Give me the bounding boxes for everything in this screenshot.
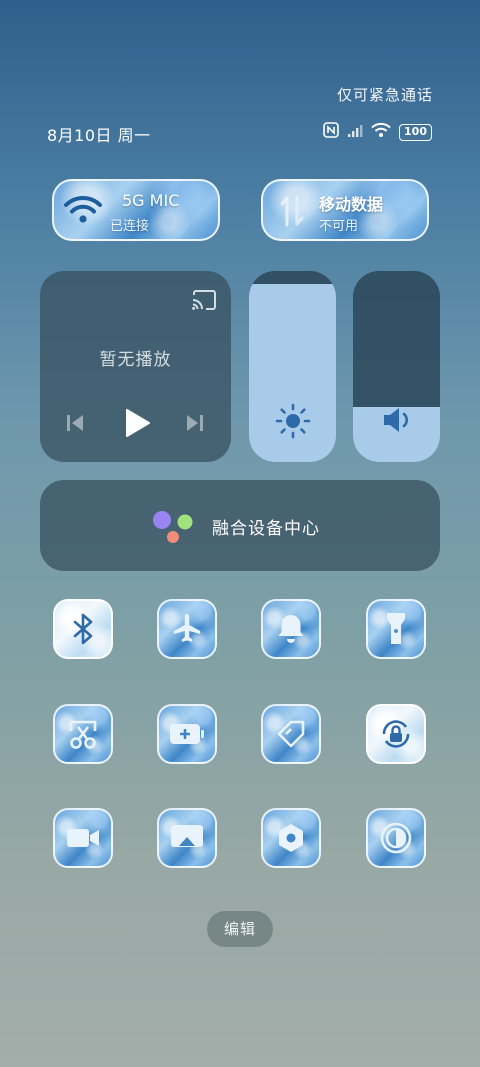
screenshot-toggle[interactable] — [53, 704, 113, 764]
emergency-call-text: 仅可紧急通话 — [336, 86, 433, 104]
settings-icon — [274, 821, 308, 855]
next-icon[interactable] — [184, 412, 206, 438]
eye-comfort-toggle[interactable] — [366, 808, 426, 868]
rotation-lock-icon — [378, 716, 414, 752]
wifi-name: 5G MIC — [122, 191, 180, 210]
wifi-tile[interactable]: 5G MIC 已连接 — [52, 179, 220, 241]
airplane-toggle[interactable] — [157, 599, 217, 659]
airplane-icon — [170, 612, 204, 646]
edit-button[interactable]: 编辑 — [207, 911, 273, 947]
device-center-icon — [152, 510, 196, 548]
rotation-lock-toggle[interactable] — [366, 704, 426, 764]
wifi-icon — [64, 195, 102, 229]
nfc-icon — [323, 122, 339, 142]
mobile-data-tile[interactable]: 移动数据 不可用 — [261, 179, 429, 241]
bluetooth-icon — [68, 612, 98, 646]
wifi-icon — [371, 122, 391, 142]
mobile-data-title: 移动数据 — [319, 195, 384, 214]
bluetooth-toggle[interactable] — [53, 599, 113, 659]
bell-icon — [275, 612, 307, 646]
volume-slider[interactable] — [353, 271, 440, 462]
media-status: 暂无播放 — [99, 350, 172, 370]
date-text: 8月10日 周一 — [47, 126, 151, 145]
device-center-label: 融合设备中心 — [212, 519, 320, 539]
signal-icon — [347, 123, 363, 142]
scissors-icon — [66, 717, 100, 751]
mobile-data-icon — [277, 193, 307, 233]
previous-icon[interactable] — [64, 412, 86, 438]
battery-indicator: 100 — [399, 123, 432, 141]
brightness-slider[interactable] — [249, 271, 336, 462]
flashlight-toggle[interactable] — [366, 599, 426, 659]
eye-comfort-icon — [379, 821, 413, 855]
location-icon — [275, 718, 307, 750]
cast-icon[interactable] — [191, 289, 217, 315]
settings-toggle[interactable] — [261, 808, 321, 868]
wifi-status: 已连接 — [110, 219, 150, 234]
location-toggle[interactable] — [261, 704, 321, 764]
volume-icon — [381, 405, 413, 439]
flashlight-icon — [384, 611, 408, 647]
battery-plus-icon — [168, 721, 206, 747]
status-icons: 100 — [323, 122, 432, 142]
play-icon[interactable] — [122, 407, 152, 443]
screen-cast-icon — [169, 822, 205, 854]
media-player: 暂无播放 — [40, 271, 231, 462]
bell-toggle[interactable] — [261, 599, 321, 659]
device-center-button[interactable]: 融合设备中心 — [40, 480, 440, 571]
screen-cast-toggle[interactable] — [157, 808, 217, 868]
mobile-data-status: 不可用 — [319, 219, 359, 234]
battery-saver-toggle[interactable] — [157, 704, 217, 764]
screen-record-toggle[interactable] — [53, 808, 113, 868]
brightness-icon — [275, 403, 311, 443]
video-icon — [65, 824, 101, 852]
